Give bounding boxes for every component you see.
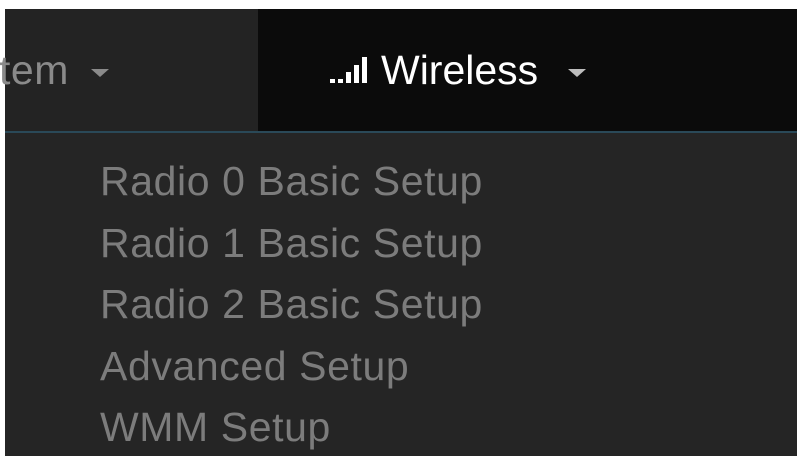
nav-system-label: tem	[0, 46, 69, 93]
dropdown-list: Radio 0 Basic Setup Radio 1 Basic Setup …	[100, 151, 483, 459]
caret-down-icon	[568, 69, 587, 77]
menu-item-wmm-setup[interactable]: WMM Setup	[100, 397, 483, 459]
wireless-dropdown-menu: Radio 0 Basic Setup Radio 1 Basic Setup …	[5, 133, 797, 456]
menu-item-radio-0-basic-setup[interactable]: Radio 0 Basic Setup	[100, 151, 483, 213]
nav-wireless-label: Wireless	[381, 46, 539, 93]
nav-system-menu[interactable]: tem	[0, 9, 258, 131]
caret-down-icon	[90, 69, 109, 77]
nav-wireless-menu[interactable]: Wireless	[258, 9, 797, 131]
menu-item-radio-1-basic-setup[interactable]: Radio 1 Basic Setup	[100, 213, 483, 275]
signal-bars-icon	[330, 57, 367, 83]
screen: tem Wireless Radio 0 Basic Setup Radio 1…	[0, 0, 801, 456]
menu-item-radio-2-basic-setup[interactable]: Radio 2 Basic Setup	[100, 274, 483, 336]
menu-item-advanced-setup[interactable]: Advanced Setup	[100, 336, 483, 398]
top-navbar: tem Wireless	[0, 9, 797, 131]
